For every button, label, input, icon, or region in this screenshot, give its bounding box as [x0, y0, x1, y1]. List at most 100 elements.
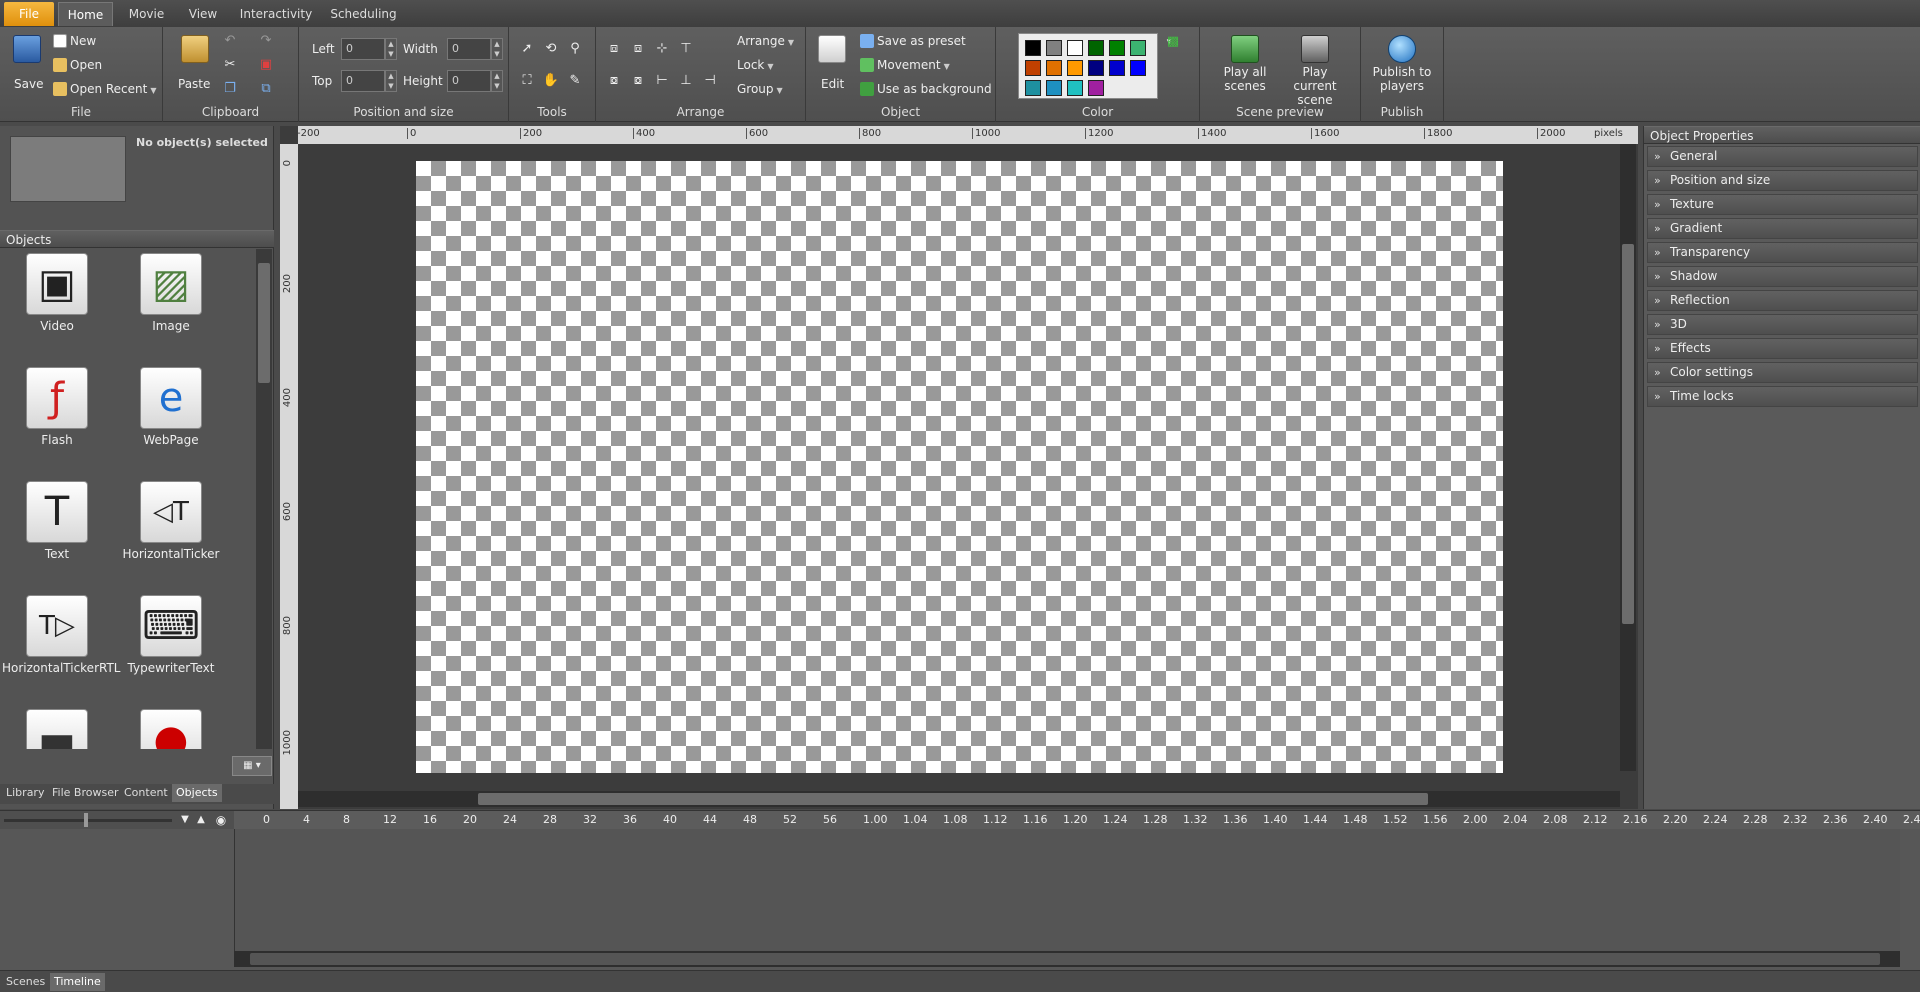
color-swatch[interactable]: [1130, 40, 1146, 56]
color-swatch[interactable]: [1067, 60, 1083, 76]
object-item[interactable]: ▣ Video: [2, 253, 112, 333]
align-bottom-icon[interactable]: ⊥: [677, 72, 695, 90]
left-spinner[interactable]: ▲ ▼: [385, 38, 397, 60]
color-swatch[interactable]: [1067, 80, 1083, 96]
pointer-icon[interactable]: ➚: [518, 40, 536, 58]
timeline-hscrollbar[interactable]: [234, 951, 1900, 967]
objects-scrollbar[interactable]: [256, 249, 272, 749]
width-spinner[interactable]: ▲ ▼: [491, 38, 503, 60]
tab-timeline[interactable]: Timeline: [50, 973, 105, 991]
format-icon[interactable]: ▣: [257, 56, 275, 74]
color-swatch[interactable]: [1025, 60, 1041, 76]
height-spinner[interactable]: ▲ ▼: [491, 70, 503, 92]
property-section[interactable]: » Texture: [1647, 194, 1918, 215]
crop-icon[interactable]: ⛶: [518, 72, 536, 90]
bring-front-icon[interactable]: ⧈: [605, 40, 623, 58]
hand-icon[interactable]: ✋: [542, 72, 560, 90]
property-section[interactable]: » Time locks: [1647, 386, 1918, 407]
timeline-hscroll-thumb[interactable]: [250, 953, 1880, 965]
color-swatch[interactable]: [1109, 60, 1125, 76]
color-swatch[interactable]: [1130, 60, 1146, 76]
eyedropper-icon[interactable]: ✎: [566, 72, 584, 90]
color-swatch[interactable]: [1046, 60, 1062, 76]
object-item[interactable]: e WebPage: [116, 367, 226, 447]
copy-icon[interactable]: ❐: [221, 80, 239, 98]
open-button[interactable]: Open: [53, 58, 102, 72]
object-item[interactable]: ▬: [2, 709, 112, 749]
cut-icon[interactable]: ✂: [221, 56, 239, 74]
object-item[interactable]: ƒ Flash: [2, 367, 112, 447]
object-item[interactable]: ●: [116, 709, 226, 749]
object-item[interactable]: ⌨ TypewriterText: [116, 595, 226, 675]
object-item[interactable]: ◁T HorizontalTicker: [116, 481, 226, 561]
color-swatch[interactable]: [1046, 40, 1062, 56]
color-swatch[interactable]: [1067, 40, 1083, 56]
send-backward-icon[interactable]: ⧇: [629, 72, 647, 90]
color-swatch[interactable]: [1025, 80, 1041, 96]
rotate-icon[interactable]: ⟲: [542, 40, 560, 58]
timeline-tracks[interactable]: [234, 829, 1900, 959]
property-section[interactable]: » Shadow: [1647, 266, 1918, 287]
open-recent-button[interactable]: Open Recent ▼: [53, 82, 157, 96]
align-left-icon[interactable]: ⊢: [653, 72, 671, 90]
color-swatch[interactable]: [1025, 40, 1041, 56]
redo-icon[interactable]: ↷: [257, 32, 275, 50]
tab-scenes[interactable]: Scenes: [2, 973, 49, 991]
arrange-button[interactable]: Arrange ▼: [737, 34, 794, 48]
paste-button[interactable]: Paste: [175, 33, 215, 103]
collapse-up-icon[interactable]: ▲: [192, 811, 210, 829]
copy-format-icon[interactable]: ⧉: [257, 80, 275, 98]
stage-canvas[interactable]: [416, 161, 1503, 773]
undo-icon[interactable]: ↶: [221, 32, 239, 50]
top-field[interactable]: 0: [341, 70, 385, 92]
tab-home[interactable]: Home: [58, 2, 113, 26]
tab-objects[interactable]: Objects: [172, 784, 222, 802]
color-swatch[interactable]: [1046, 80, 1062, 96]
group-button[interactable]: Group ▼: [737, 82, 783, 96]
property-section[interactable]: » Position and size: [1647, 170, 1918, 191]
canvas-hscroll-thumb[interactable]: [478, 793, 1428, 805]
tab-file[interactable]: File: [4, 2, 54, 26]
align-right-icon[interactable]: ⊣: [701, 72, 719, 90]
canvas-hscrollbar[interactable]: [298, 791, 1620, 807]
tab-view[interactable]: View: [178, 2, 228, 26]
property-section[interactable]: » Reflection: [1647, 290, 1918, 311]
tab-file-browser[interactable]: File Browser: [48, 784, 122, 802]
new-button[interactable]: New: [53, 34, 96, 48]
lock-button[interactable]: Lock ▼: [737, 58, 774, 72]
tab-movie[interactable]: Movie: [119, 2, 174, 26]
object-item[interactable]: T▷ HorizontalTickerRTL: [2, 595, 120, 675]
bring-forward-icon[interactable]: ⧈: [629, 40, 647, 58]
property-section[interactable]: » General: [1647, 146, 1918, 167]
color-swatch[interactable]: [1088, 40, 1104, 56]
objects-scroll-thumb[interactable]: [258, 263, 270, 383]
play-current-scene-button[interactable]: Play current scene: [1280, 33, 1350, 107]
timeline-zoom-slider[interactable]: [4, 819, 172, 822]
tab-scheduling[interactable]: Scheduling: [326, 2, 401, 26]
save-preset-button[interactable]: Save as preset: [860, 34, 966, 48]
top-spinner[interactable]: ▲ ▼: [385, 70, 397, 92]
width-field[interactable]: 0: [447, 38, 491, 60]
tab-content[interactable]: Content: [120, 784, 172, 802]
color-picker-icon[interactable]: ▩: [1164, 33, 1182, 51]
movement-button[interactable]: Movement ▼: [860, 58, 950, 72]
color-swatch[interactable]: [1088, 80, 1104, 96]
publish-players-button[interactable]: Publish to players: [1367, 33, 1437, 103]
property-section[interactable]: » Gradient: [1647, 218, 1918, 239]
eye-icon[interactable]: ◉: [212, 811, 230, 829]
zoom-icon[interactable]: ⚲: [566, 40, 584, 58]
property-section[interactable]: » Transparency: [1647, 242, 1918, 263]
save-button[interactable]: Save: [8, 33, 46, 103]
tab-library[interactable]: Library: [2, 784, 48, 802]
height-field[interactable]: 0: [447, 70, 491, 92]
align-top-icon[interactable]: ⊤: [677, 40, 695, 58]
canvas-vscrollbar[interactable]: [1620, 144, 1636, 771]
tab-interactivity[interactable]: Interactivity: [236, 2, 316, 26]
send-back-icon[interactable]: ⧇: [605, 72, 623, 90]
property-section[interactable]: » Color settings: [1647, 362, 1918, 383]
play-all-scenes-button[interactable]: Play all scenes: [1220, 33, 1270, 103]
use-background-button[interactable]: Use as background: [860, 82, 992, 96]
color-swatch[interactable]: [1088, 60, 1104, 76]
property-section[interactable]: » 3D: [1647, 314, 1918, 335]
color-swatch[interactable]: [1109, 40, 1125, 56]
